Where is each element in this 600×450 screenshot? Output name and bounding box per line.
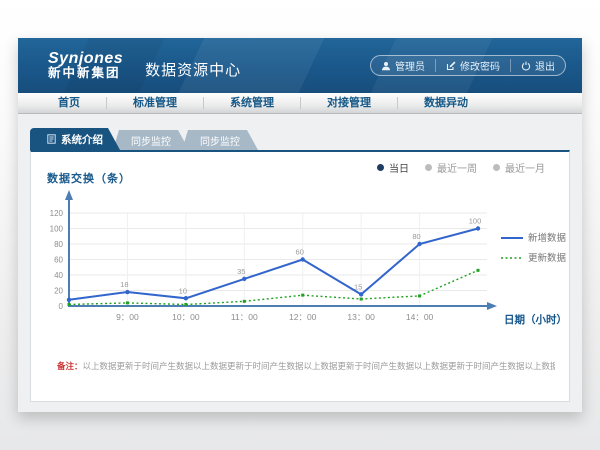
radio-dot-icon [377, 164, 384, 171]
power-icon [521, 61, 531, 71]
svg-text:9：00: 9：00 [116, 312, 139, 322]
logout-button[interactable]: 退出 [510, 59, 565, 72]
logout-label: 退出 [535, 58, 555, 73]
user-icon [381, 61, 391, 71]
footnote: 备注：以上数据更新于时间产生数据以上数据更新于时间产生数据以上数据更新于时间产生… [57, 360, 555, 372]
edit-icon [446, 61, 456, 71]
radio-dot-icon [493, 164, 500, 171]
time-range-selector: 当日 最近一周 最近一月 [377, 160, 545, 175]
footnote-label: 备注： [57, 361, 83, 371]
brand-logo-line1: Synjones [48, 51, 123, 68]
svg-text:13：00: 13：00 [347, 312, 375, 322]
range-option-last-month[interactable]: 最近一月 [493, 160, 545, 175]
nav-item-standard-mgmt[interactable]: 标准管理 [107, 97, 204, 109]
app-header: Synjones 新中新集团 数据资源中心 管理员 修改密码 退出 [18, 38, 582, 93]
tab-bar: 系统介绍 同步监控 同步监控 [30, 128, 582, 150]
nav-item-home[interactable]: 首页 [32, 97, 107, 109]
document-icon [47, 134, 56, 144]
svg-text:120: 120 [50, 209, 64, 218]
range-option-today[interactable]: 当日 [377, 160, 409, 175]
tab-label: 系统介绍 [61, 132, 103, 147]
svg-text:40: 40 [54, 271, 63, 280]
current-user-label: 管理员 [395, 58, 425, 73]
brand-logo: Synjones 新中新集团 [48, 51, 123, 81]
content-panel: 当日 最近一周 最近一月 数据交换（条） 0 20 40 60 80 100 120 9：00… [30, 150, 570, 402]
tab-label: 同步监控 [131, 133, 171, 148]
change-password-label: 修改密码 [460, 58, 500, 73]
svg-text:20: 20 [54, 287, 63, 296]
range-option-label: 最近一周 [437, 160, 477, 175]
svg-text:0: 0 [59, 302, 64, 311]
svg-text:100: 100 [469, 217, 482, 226]
range-option-label: 当日 [389, 160, 409, 175]
app-window: Synjones 新中新集团 数据资源中心 管理员 修改密码 退出 [18, 38, 582, 412]
svg-text:10: 10 [179, 286, 187, 295]
svg-text:18: 18 [120, 280, 128, 289]
nav-item-data-change[interactable]: 数据异动 [398, 97, 494, 109]
svg-text:80: 80 [412, 232, 420, 241]
svg-text:35: 35 [237, 267, 245, 276]
range-option-label: 最近一月 [505, 160, 545, 175]
user-toolbar: 管理员 修改密码 退出 [370, 55, 566, 76]
svg-text:12：00: 12：00 [289, 312, 317, 322]
current-user-button[interactable]: 管理员 [371, 59, 435, 72]
svg-text:日期（小时）: 日期（小时） [504, 313, 567, 326]
radio-dot-icon [425, 164, 432, 171]
brand-logo-line2: 新中新集团 [48, 67, 123, 80]
svg-text:100: 100 [50, 225, 64, 234]
svg-text:新增数据: 新增数据 [528, 232, 567, 244]
range-option-last-week[interactable]: 最近一周 [425, 160, 477, 175]
data-exchange-line-chart: 0 20 40 60 80 100 120 9：00 10：00 11：00 12：00 13：00 1… [31, 186, 569, 336]
svg-text:10：00: 10：00 [172, 312, 200, 322]
svg-text:15: 15 [354, 282, 362, 291]
page-title: 数据资源中心 [145, 59, 241, 80]
main-nav: 首页 标准管理 系统管理 对接管理 数据异动 [18, 93, 582, 114]
tab-system-intro[interactable]: 系统介绍 [30, 128, 120, 150]
tab-label: 同步监控 [200, 133, 240, 148]
footnote-text: 以上数据更新于时间产生数据以上数据更新于时间产生数据以上数据更新于时间产生数据以… [83, 361, 555, 371]
tab-sync-monitor-1[interactable]: 同步监控 [113, 130, 189, 150]
nav-item-interface-mgmt[interactable]: 对接管理 [301, 97, 398, 109]
svg-text:60: 60 [296, 248, 304, 257]
svg-text:80: 80 [54, 240, 63, 249]
change-password-button[interactable]: 修改密码 [435, 59, 510, 72]
nav-item-system-mgmt[interactable]: 系统管理 [204, 97, 301, 109]
tab-sync-monitor-2[interactable]: 同步监控 [182, 130, 258, 150]
svg-text:11：00: 11：00 [231, 312, 258, 322]
chart-y-axis-title: 数据交换（条） [47, 170, 131, 186]
svg-text:60: 60 [54, 256, 63, 265]
svg-text:更新数据: 更新数据 [528, 252, 567, 264]
svg-text:14：00: 14：00 [406, 312, 434, 322]
